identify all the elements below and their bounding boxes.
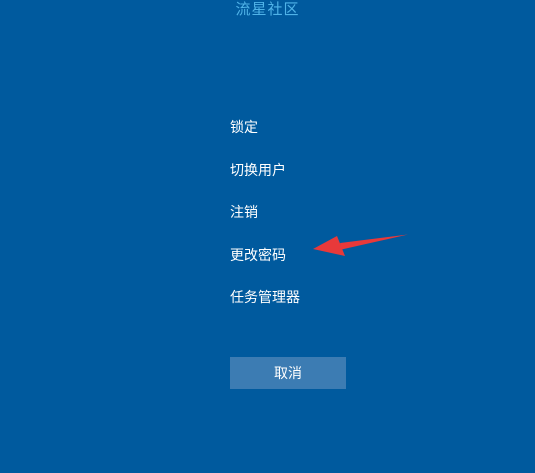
menu-item-change-password[interactable]: 更改密码 <box>230 245 300 288</box>
menu-item-task-manager[interactable]: 任务管理器 <box>230 287 300 330</box>
menu-item-switch-user[interactable]: 切换用户 <box>230 160 300 203</box>
menu-item-sign-out[interactable]: 注销 <box>230 202 300 245</box>
watermark-text: 流星社区 <box>235 0 300 18</box>
menu-item-lock[interactable]: 锁定 <box>230 117 300 160</box>
cancel-button[interactable]: 取消 <box>230 357 346 389</box>
security-options-menu: 锁定 切换用户 注销 更改密码 任务管理器 <box>230 117 300 330</box>
